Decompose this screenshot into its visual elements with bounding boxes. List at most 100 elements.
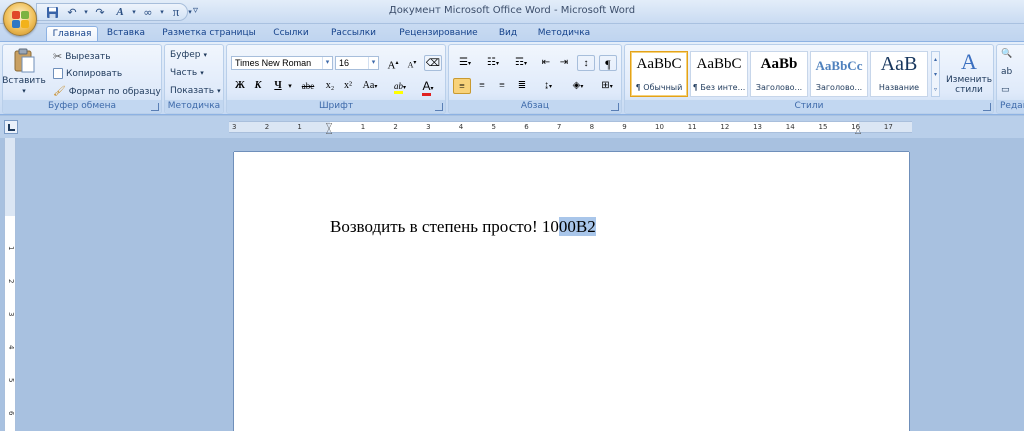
font-size-dropdown[interactable]: 16 ▾ (335, 56, 379, 70)
style-heading-1-sample: AaBb (760, 56, 798, 72)
ruler-tick-label: 3 (426, 123, 431, 131)
style-heading-2-sample: AaBbCc (815, 58, 863, 73)
paste-icon (14, 48, 35, 73)
superscript-button[interactable]: x² (339, 78, 357, 94)
style-heading-2[interactable]: AaBbCc Заголово... (810, 51, 868, 97)
tab-view[interactable]: Вид (492, 26, 524, 42)
ruler-tick-label: 13 (753, 123, 763, 131)
group-methodichka: Буфер ▾ Часть ▾ Показать ▾ Методичка (164, 44, 224, 114)
ruler-tick-label: 17 (883, 123, 893, 131)
multilevel-list-icon[interactable]: ☶▾ (509, 55, 533, 71)
ruler-tick-label: 3 (232, 123, 237, 131)
format-painter-label: Формат по образцу (68, 86, 161, 97)
tab-home[interactable]: Главная (46, 26, 98, 42)
justify-icon[interactable]: ≣ (513, 78, 531, 94)
font-color-button[interactable]: A▾ (415, 78, 441, 96)
vruler-tick-label: 5 (7, 378, 15, 383)
paste-button[interactable]: Вставить ▾ (2, 47, 46, 95)
vruler-tick-label: 1 (7, 246, 15, 251)
tab-references[interactable]: Ссылки (268, 26, 314, 42)
bold-button[interactable]: Ж (231, 78, 249, 94)
clear-formatting-icon[interactable]: ⌫ (424, 55, 442, 71)
group-label-editing: Редак (997, 100, 1024, 113)
grow-font-button[interactable]: A▴ (384, 55, 402, 72)
ruler-tick-label: 2 (393, 123, 398, 131)
cut-button[interactable]: ✂ Вырезать (53, 50, 111, 63)
ruler-text-area (330, 122, 859, 132)
ruler-tick-label: 9 (622, 123, 627, 131)
highlight-button[interactable]: ab▾ (387, 78, 413, 94)
underline-dropdown-icon[interactable]: ▾ (285, 78, 295, 94)
line-spacing-icon[interactable]: ↨▾ (535, 78, 561, 94)
group-editing: 🔍 ab ▭ Редак (996, 44, 1024, 114)
paragraph-launcher-icon[interactable] (611, 103, 619, 111)
vertical-ruler-margin (5, 138, 15, 216)
copy-button[interactable]: Копировать (53, 68, 122, 79)
font-name-value: Times New Roman (235, 58, 312, 68)
buffer-button[interactable]: Буфер ▾ (170, 50, 207, 60)
tab-page-layout[interactable]: Разметка страницы (159, 26, 259, 42)
change-case-button[interactable]: Aa▾ (359, 78, 381, 94)
font-color-label: A (422, 79, 431, 96)
find-icon[interactable]: 🔍 (1001, 49, 1012, 59)
document-text-line[interactable]: Возводить в степень просто! 1000B2 (330, 217, 596, 237)
decrease-indent-icon[interactable]: ⇤ (537, 55, 555, 71)
borders-icon[interactable]: ⊞▾ (595, 78, 619, 94)
document-page[interactable]: Возводить в степень просто! 1000B2 (234, 152, 909, 431)
style-no-spacing[interactable]: AaBbC ¶ Без инте... (690, 51, 748, 97)
ruler-tick-label: 4 (458, 123, 464, 131)
change-case-label: Aa (362, 80, 375, 91)
tab-selector-button[interactable] (4, 120, 18, 134)
part-button[interactable]: Часть ▾ (170, 68, 204, 78)
scissors-icon: ✂ (53, 50, 63, 63)
group-paragraph: ☰▾ ☷▾ ☶▾ ⇤ ⇥ ↕ ¶ ≡ ≡ ≡ ≣ ↨▾ ◈▾ ⊞▾ Абзац (448, 44, 622, 114)
vruler-tick-label: 2 (7, 279, 15, 284)
font-name-arrow-icon: ▾ (322, 57, 332, 69)
show-formatting-button[interactable]: ¶ (599, 55, 617, 71)
change-styles-button[interactable]: A Изменить стили (945, 49, 993, 95)
increase-indent-icon[interactable]: ⇥ (555, 55, 573, 71)
strikethrough-button[interactable]: abe (297, 78, 319, 94)
tab-methodichka[interactable]: Методичка (531, 26, 597, 42)
ribbon: Вставить ▾ ✂ Вырезать Копировать 🖌 Форма… (0, 41, 1024, 115)
hanging-indent-marker[interactable]: △ (326, 126, 332, 135)
clipboard-launcher-icon[interactable] (151, 103, 159, 111)
tab-insert[interactable]: Вставка (102, 26, 150, 42)
title-bar: ↶ ▾ ↷ A ▾ ∞ ▾ π ▾ ▿ Документ Microsoft O… (0, 0, 1024, 24)
align-left-icon[interactable]: ≡ (453, 78, 471, 94)
tab-review[interactable]: Рецензирование (391, 26, 486, 42)
ruler-tick-label: 7 (556, 123, 562, 131)
styles-launcher-icon[interactable] (983, 103, 991, 111)
paintbrush-icon: 🖌 (53, 86, 66, 97)
subscript-button[interactable]: x₂ (321, 78, 339, 94)
style-heading-1[interactable]: AaBb Заголово... (750, 51, 808, 97)
horizontal-ruler[interactable]: 3 2 1 1 2 3 4 5 6 7 8 9 10 11 12 13 14 15 16 17 ▽ △ △ (229, 121, 912, 135)
font-launcher-icon[interactable] (435, 103, 443, 111)
select-icon[interactable]: ▭ (1001, 85, 1010, 95)
tab-mailings[interactable]: Рассылки (326, 26, 381, 42)
style-normal[interactable]: AaBbC ¶ Обычный (630, 51, 688, 97)
shading-icon[interactable]: ◈▾ (565, 78, 591, 94)
replace-icon[interactable]: ab (1001, 67, 1012, 77)
styles-scroll[interactable]: ▴ ▾ ▿ (931, 51, 940, 97)
style-title[interactable]: AaB Название (870, 51, 928, 97)
change-styles-label-1: Изменить (945, 75, 993, 85)
italic-button[interactable]: К (249, 78, 267, 94)
office-button[interactable] (3, 2, 37, 36)
font-name-dropdown[interactable]: Times New Roman ▾ (231, 56, 333, 70)
vertical-ruler[interactable]: 1 2 3 4 5 6 (4, 138, 16, 431)
style-no-spacing-sample: AaBbC (696, 56, 742, 72)
bullets-icon[interactable]: ☰▾ (453, 55, 477, 71)
right-indent-marker[interactable]: △ (855, 126, 861, 135)
sort-icon[interactable]: ↕ (577, 55, 595, 71)
show-button[interactable]: Показать ▾ (170, 86, 221, 96)
group-label-clipboard: Буфер обмена (3, 100, 161, 113)
align-center-icon[interactable]: ≡ (473, 78, 491, 94)
align-right-icon[interactable]: ≡ (493, 78, 511, 94)
group-clipboard: Вставить ▾ ✂ Вырезать Копировать 🖌 Форма… (2, 44, 162, 114)
numbering-icon[interactable]: ☷▾ (481, 55, 505, 71)
shrink-font-button[interactable]: A▾ (403, 55, 421, 71)
format-painter-button[interactable]: 🖌 Формат по образцу (53, 86, 161, 97)
change-styles-label-2: стили (955, 85, 983, 95)
selected-text: 00B2 (558, 217, 596, 236)
